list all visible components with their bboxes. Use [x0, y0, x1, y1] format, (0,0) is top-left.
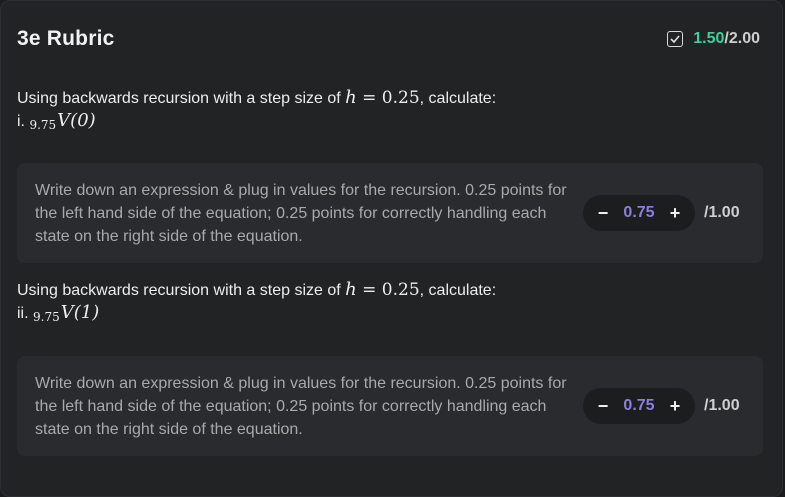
function-expression: V(1) — [60, 302, 100, 323]
equals-sign: = — [356, 280, 382, 300]
part-label: ii. — [17, 305, 33, 322]
rubric-panel: 3e Rubric 1.50/2.00 Using backwards recu… — [0, 0, 783, 497]
criterion-text: Write down an expression & plug in value… — [35, 182, 567, 245]
score-value[interactable]: 0.75 — [623, 397, 654, 415]
score-value[interactable]: 0.75 — [623, 204, 654, 222]
criterion-card: Write down an expression & plug in value… — [17, 356, 763, 456]
step-value: 0.25 — [381, 88, 420, 108]
prompt-text: Using backwards recursion with a step si… — [17, 282, 346, 299]
rubric-total: 1.50/2.00 — [667, 30, 760, 48]
score-stepper: − 0.75 + — [583, 388, 695, 424]
score-stepper: − 0.75 + — [583, 195, 695, 231]
question-prompt: Using backwards recursion with a step si… — [17, 87, 496, 133]
equals-sign: = — [356, 88, 382, 108]
prompt-suffix: , calculate: — [419, 282, 497, 299]
checkbox-check-icon — [667, 31, 684, 47]
step-variable: h — [345, 279, 357, 300]
subscript: 9.75 — [33, 310, 60, 324]
decrement-button[interactable]: − — [595, 396, 611, 417]
rubric-title: 3e Rubric — [17, 27, 115, 50]
subscript: 9.75 — [29, 118, 57, 132]
step-variable: h — [345, 87, 357, 108]
decrement-button[interactable]: − — [595, 203, 611, 224]
increment-button[interactable]: + — [667, 203, 683, 224]
increment-button[interactable]: + — [667, 396, 683, 417]
question-prompt: Using backwards recursion with a step si… — [17, 279, 496, 325]
max-score: /1.00 — [704, 397, 740, 414]
prompt-text: Using backwards recursion with a step si… — [17, 90, 346, 107]
criterion-card: Write down an expression & plug in value… — [17, 163, 763, 263]
criterion-text: Write down an expression & plug in value… — [35, 375, 567, 438]
part-label: i. — [17, 113, 30, 130]
function-expression: V(0) — [57, 110, 96, 131]
max-score: /1.00 — [704, 204, 740, 221]
rubric-header: 3e Rubric 1.50/2.00 — [17, 25, 760, 53]
total-earned: 1.50 — [693, 30, 725, 47]
total-possible: 2.00 — [728, 30, 760, 47]
prompt-suffix: , calculate: — [419, 90, 497, 107]
step-value: 0.25 — [381, 280, 420, 300]
